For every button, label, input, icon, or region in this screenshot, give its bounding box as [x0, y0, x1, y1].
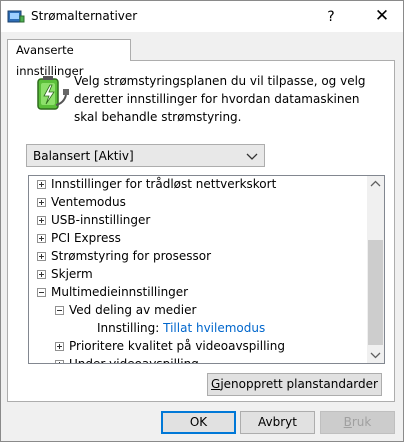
tree-item-label: Skjerm — [51, 267, 93, 281]
tree-item-label: Prioritere kvalitet på videoavspilling — [69, 339, 285, 353]
expand-icon[interactable] — [55, 342, 64, 351]
collapse-icon[interactable] — [55, 306, 64, 315]
restore-accesskey: G — [211, 377, 221, 391]
setting-value-link[interactable]: Tillat hvilemodus — [163, 321, 265, 335]
expand-icon[interactable] — [37, 198, 46, 207]
tree-item-label: Under videoavspilling — [69, 357, 199, 364]
apply-button[interactable]: Bruk — [320, 411, 395, 434]
scroll-down-icon[interactable] — [367, 346, 384, 363]
apply-label: ruk — [351, 415, 372, 429]
tree-item-label: Ved deling av medier — [69, 303, 197, 317]
tree-item-label: Strømstyring for prosessor — [51, 249, 212, 263]
power-plan-value: Balansert [Aktiv] — [33, 149, 134, 163]
setting-label: Innstilling: — [97, 321, 160, 335]
power-options-icon — [7, 10, 25, 23]
settings-tree[interactable]: Innstillinger for trådløst nettverkskort… — [28, 175, 385, 364]
settings-panel: Velg strømstyringsplanen du vil tilpasse… — [7, 60, 395, 402]
title-bar[interactable]: Strømalternativer ? ✕ — [1, 1, 403, 32]
chevron-down-icon — [246, 153, 258, 160]
expand-icon[interactable] — [37, 180, 46, 189]
close-button[interactable]: ✕ — [367, 4, 397, 28]
description-text: Velg strømstyringsplanen du vil tilpasse… — [74, 74, 366, 124]
help-button[interactable]: ? — [317, 6, 345, 28]
vertical-scrollbar[interactable] — [367, 176, 384, 363]
power-plan-select[interactable]: Balansert [Aktiv] — [26, 144, 265, 167]
expand-icon[interactable] — [37, 270, 46, 279]
scroll-up-icon[interactable] — [367, 176, 384, 193]
tree-item-label: Innstillinger for trådløst nettverkskort — [51, 177, 277, 191]
expand-icon[interactable] — [37, 252, 46, 261]
expand-icon[interactable] — [37, 216, 46, 225]
tree-item-label: Ventemodus — [51, 195, 126, 209]
cancel-button[interactable]: Avbryt — [240, 411, 315, 434]
tree-item-setting[interactable]: Innstilling: Tillat hvilemodus — [97, 319, 265, 337]
tree-item-label: USB-innstillinger — [51, 213, 151, 227]
collapse-icon[interactable] — [37, 288, 46, 297]
ok-button[interactable]: OK — [161, 411, 236, 434]
tree-item-label: Multimedieinnstillinger — [51, 285, 189, 299]
tree-item-label: PCI Express — [51, 231, 121, 245]
restore-label: jenopprett planstandarder — [220, 377, 378, 391]
window-title: Strømalternativer — [31, 9, 138, 23]
scrollbar-thumb[interactable] — [368, 240, 383, 345]
expand-icon[interactable] — [37, 234, 46, 243]
expand-icon[interactable] — [55, 360, 64, 363]
restore-defaults-button[interactable]: Gjenopprett planstandarder — [207, 373, 382, 396]
dialog-window: Strømalternativer ? ✕ Avanserte innstill… — [0, 0, 404, 442]
apply-accesskey: B — [343, 415, 352, 429]
tab-advanced-settings[interactable]: Avanserte innstillinger — [7, 39, 131, 78]
